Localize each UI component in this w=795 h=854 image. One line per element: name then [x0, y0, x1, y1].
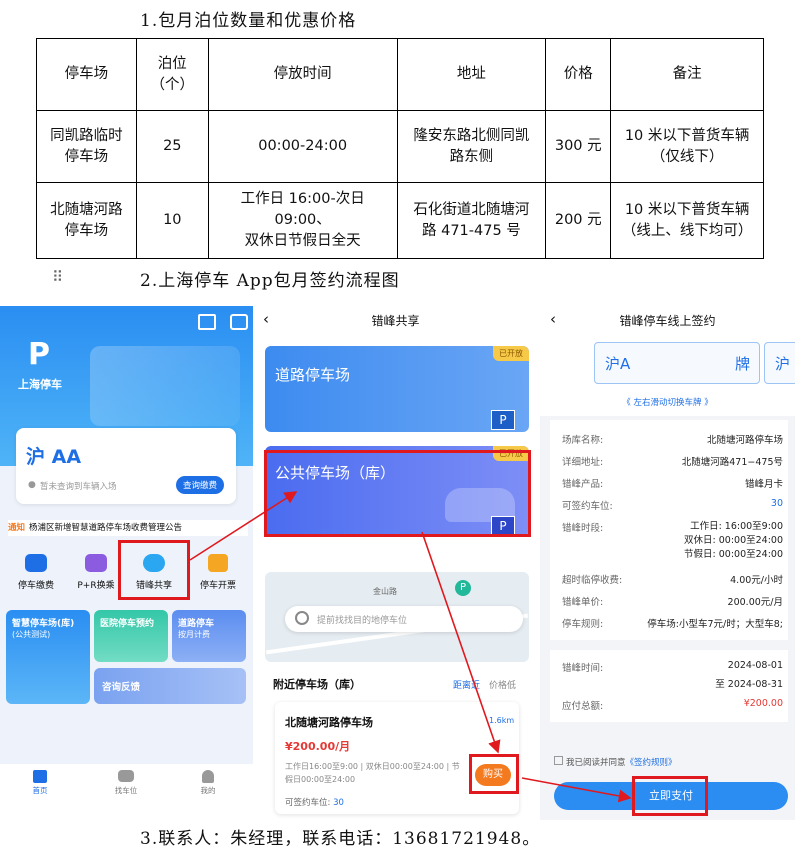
arrow-to-buy: [421, 531, 501, 754]
arrow-to-pay: [521, 777, 632, 803]
arrow-to-public: [189, 491, 298, 561]
flow-arrows: [189, 491, 632, 803]
